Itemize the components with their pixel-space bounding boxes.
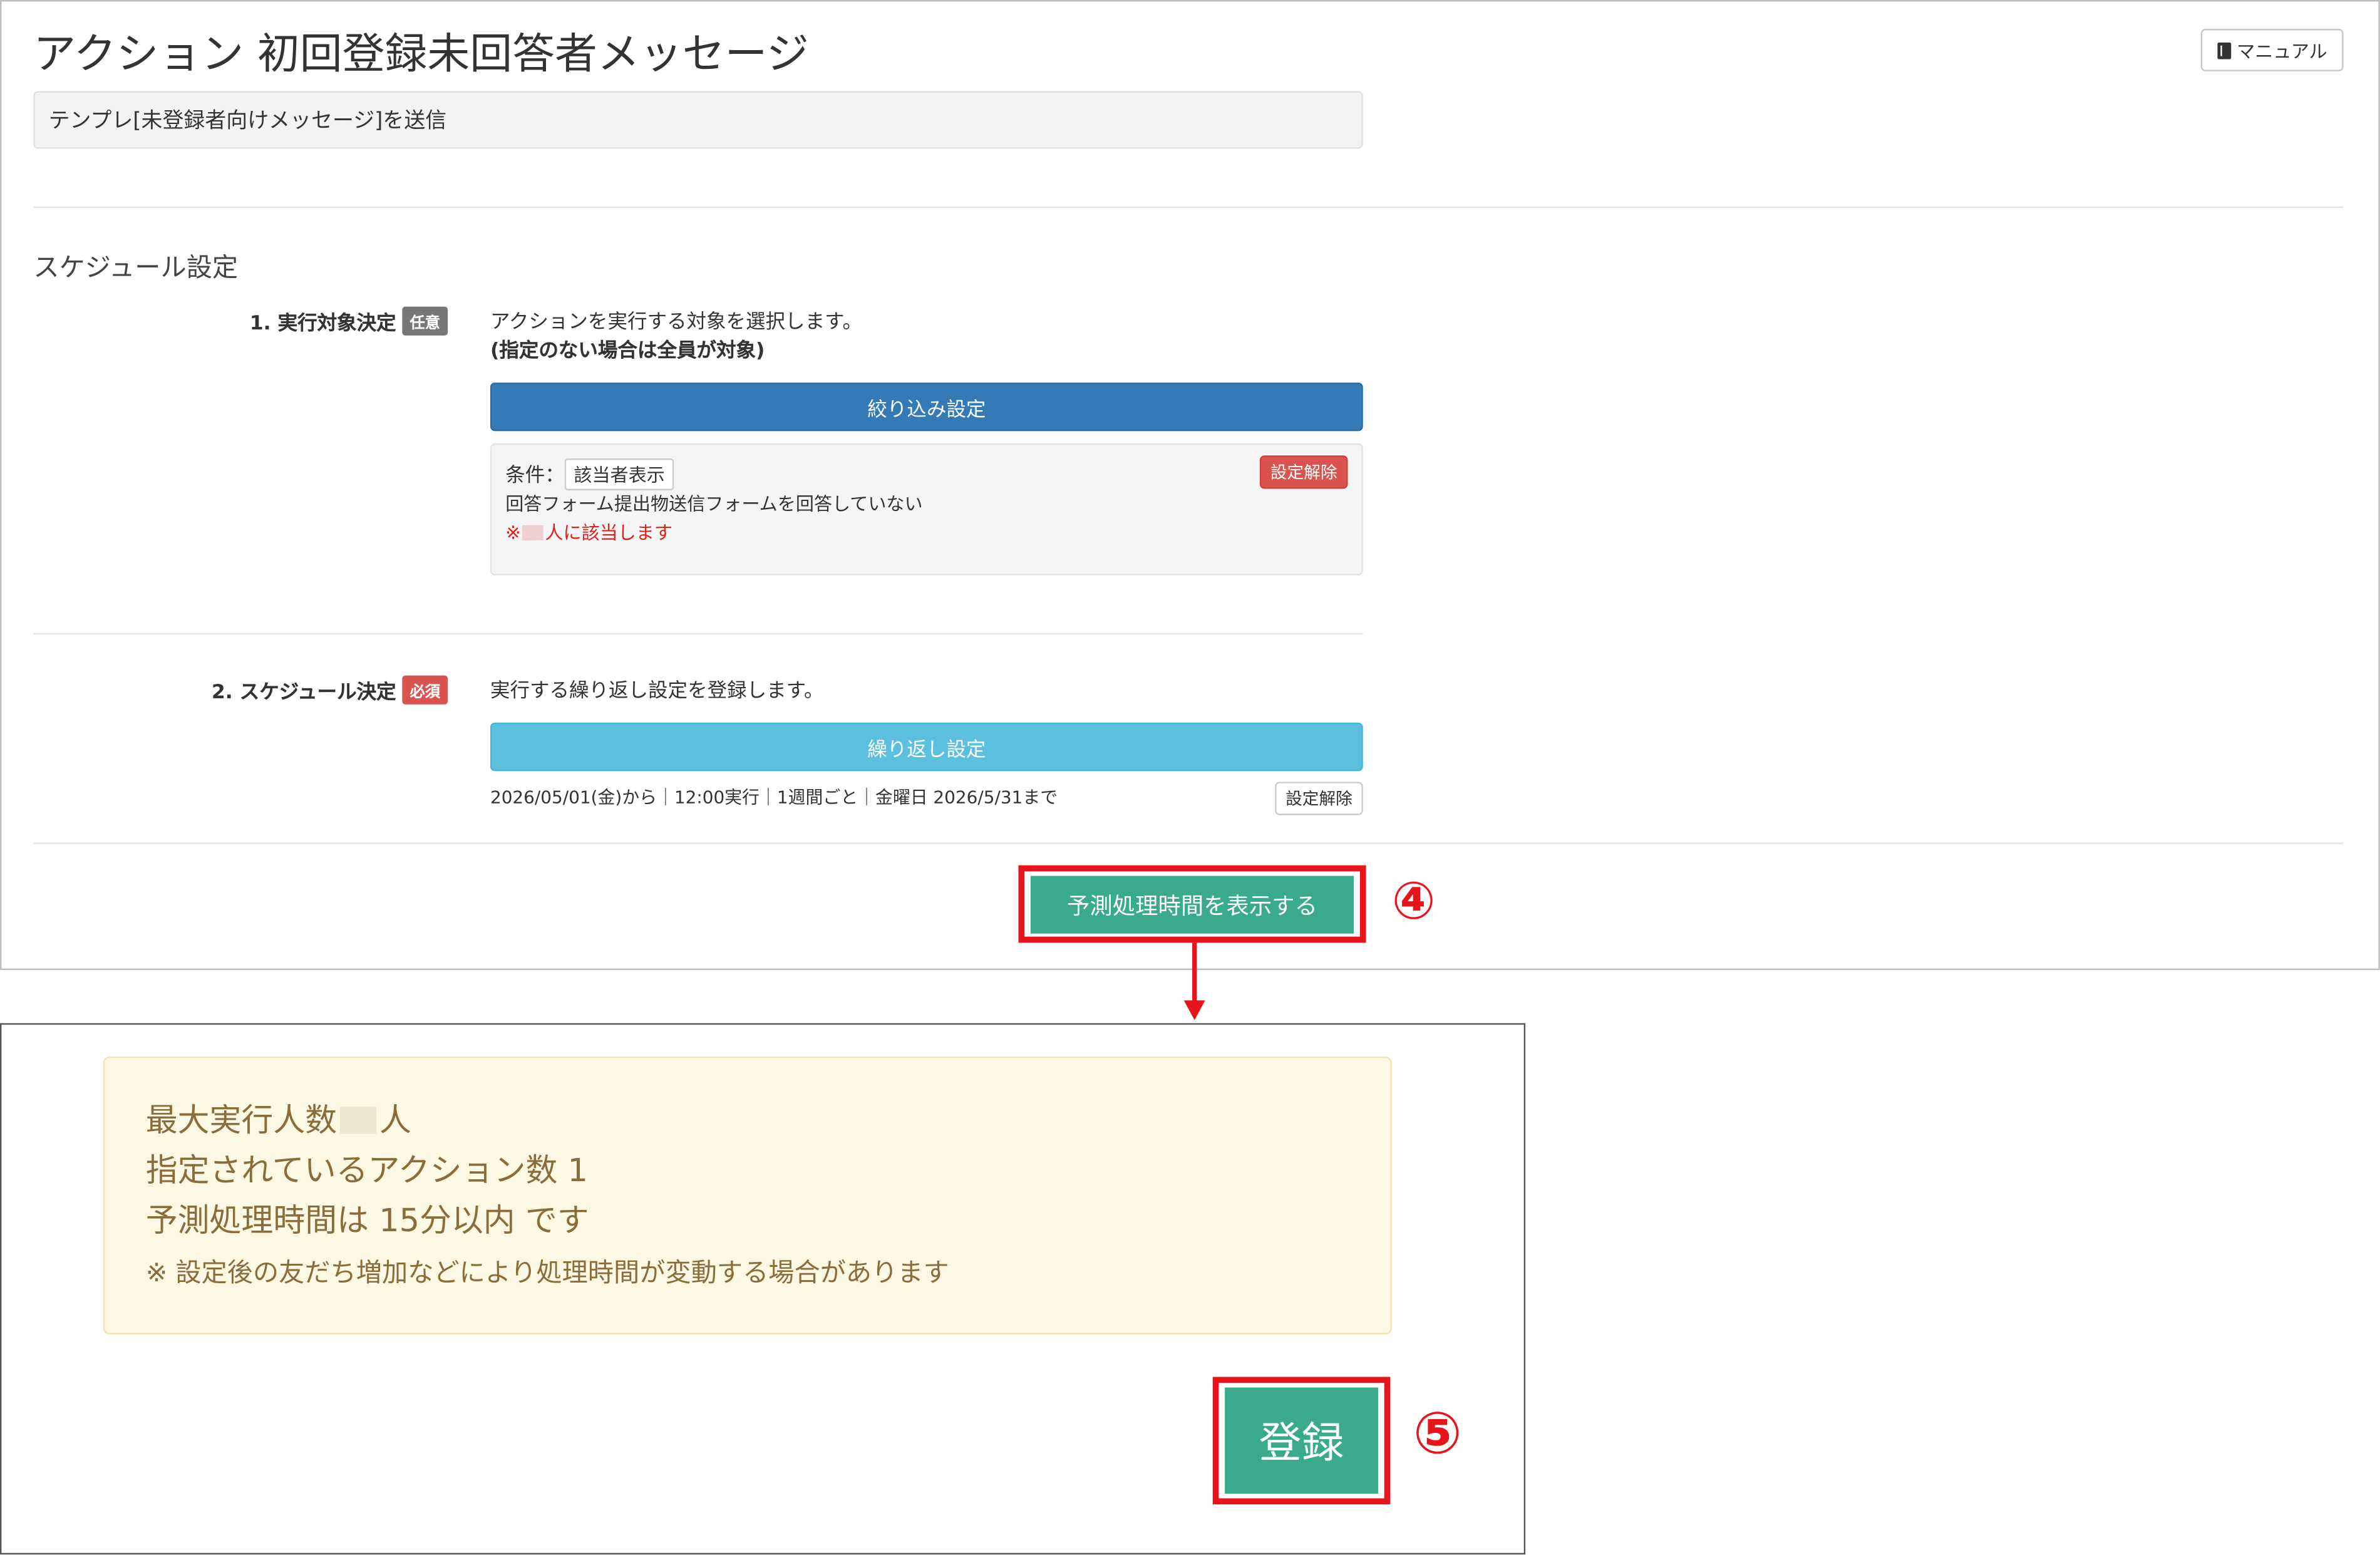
step1-label: 1. 実行対象決定: [249, 313, 396, 336]
filter-settings-button[interactable]: 絞り込み設定: [490, 382, 1363, 431]
book-icon: [2217, 41, 2231, 59]
step2-label: 2. スケジュール決定: [211, 681, 396, 705]
predicted-time-line: 予測処理時間は 15分以内 です: [145, 1202, 589, 1239]
divider: [33, 633, 1363, 635]
schedule-section-title: スケジュール設定: [33, 253, 239, 284]
redacted-count: [339, 1107, 377, 1134]
divider: [33, 206, 2344, 209]
annotation-5: ⑤: [1413, 1399, 1462, 1467]
match-suffix: 人に該当します: [545, 522, 673, 544]
show-matching-button[interactable]: 該当者表示: [564, 458, 674, 490]
step1-text: アクションを実行する対象を選択します。: [490, 311, 862, 334]
condition-label: 条件：: [505, 464, 565, 488]
divider: [33, 842, 2344, 844]
max-people-line: 最大実行人数 人: [146, 1096, 411, 1142]
page-title: アクション 初回登録未回答者メッセージ: [33, 29, 809, 80]
repeat-settings-button[interactable]: 繰り返し設定: [490, 722, 1363, 772]
manual-button-label: マニュアル: [2237, 40, 2327, 62]
schedule-summary: 2026/05/01(金)から｜12:00実行｜1週間ごと｜金曜日 2026/5…: [490, 786, 1058, 808]
down-arrow-icon: [1183, 943, 1205, 1020]
clear-schedule-button[interactable]: 設定解除: [1275, 782, 1363, 815]
step1-label-group: 1. 実行対象決定 任意: [182, 306, 448, 336]
match-count-text: ※ 人に該当します: [505, 519, 672, 545]
step1-note: (指定のない場合は全員が対象): [490, 339, 765, 363]
step2-label-group: 2. スケジュール決定 必須: [152, 675, 448, 705]
action-count-line: 指定されているアクション数 1: [145, 1152, 588, 1189]
show-predicted-time-button[interactable]: 予測処理時間を表示する: [1030, 876, 1354, 934]
manual-button[interactable]: マニュアル: [2200, 29, 2344, 71]
template-description: テンプレ[未登録者向けメッセージ]を送信: [33, 91, 1363, 149]
variation-note: ※ 設定後の友だち増加などにより処理時間が変動する場合があります: [145, 1258, 949, 1289]
clear-filter-button[interactable]: 設定解除: [1259, 455, 1348, 489]
match-prefix: ※: [505, 522, 521, 544]
register-button[interactable]: 登録: [1225, 1387, 1378, 1494]
condition-row: 条件： 該当者表示: [505, 458, 674, 490]
max-people-prefix: 最大実行人数: [145, 1102, 337, 1139]
condition-text: 回答フォーム提出物送信フォームを回答していない: [505, 493, 923, 515]
required-badge: 必須: [402, 675, 448, 705]
annotation-4: ④: [1391, 871, 1436, 932]
max-people-suffix: 人: [379, 1102, 411, 1139]
optional-badge: 任意: [402, 306, 448, 336]
redacted-count: [522, 525, 543, 540]
step2-text: 実行する繰り返し設定を登録します。: [490, 679, 824, 703]
